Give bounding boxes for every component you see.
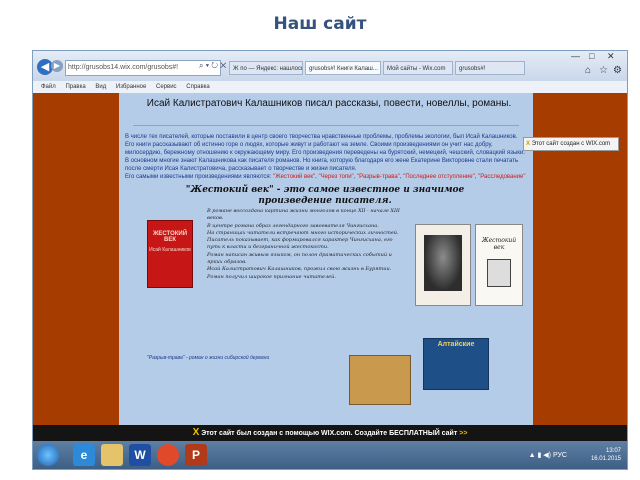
page-title: Исай Калистратович Калашников писал расс… (146, 98, 512, 109)
portrait-face (424, 235, 462, 291)
book-description: В романе воссоздана картина жизни монгол… (207, 208, 405, 281)
works-list: Его самыми известными произведениями явл… (125, 174, 526, 180)
menu-item-favorites[interactable]: Избранное (116, 84, 146, 90)
book-image (349, 355, 411, 405)
divider (133, 125, 519, 126)
description-line: В романе воссоздана картина жизни монгол… (207, 208, 400, 222)
taskbar: e W P ▲ ▮ ◀) РУС 13:07 16.01.2015 (33, 441, 627, 469)
gear-icon[interactable]: ⚙ (613, 65, 622, 76)
forward-button[interactable]: ▶ (51, 60, 63, 72)
intro-text: В числе тех писателей, которые поставили… (125, 133, 529, 181)
works-intro: Его самыми известными произведениями явл… (125, 174, 272, 180)
minimize-button[interactable]: — (571, 51, 580, 61)
address-bar[interactable]: http://grusobs14.wix.com/grusobs#! (65, 60, 221, 76)
book-image: Алтайские (423, 338, 489, 390)
description-line: Роман написан живым языком, он полон дра… (207, 251, 392, 266)
chrome-icon[interactable] (157, 444, 179, 466)
menu-item-file[interactable]: Файл (41, 84, 56, 90)
clock-time: 13:07 (605, 448, 621, 454)
tray-icons[interactable]: ▲ ▮ ◀) РУС (529, 451, 567, 459)
wix-page: Исай Калистратович Калашников писал расс… (119, 93, 533, 425)
maximize-button[interactable]: □ (589, 51, 594, 61)
browser-tab[interactable]: Мой сайты - Wix.com (383, 61, 453, 75)
book-title: Алтайские (437, 341, 475, 348)
work-link[interactable]: "Расследование" (478, 174, 525, 180)
menu-item-view[interactable]: Вид (95, 84, 106, 90)
work-link[interactable]: "Жестокий век" (273, 174, 315, 180)
wix-banner[interactable]: X Этот сайт был создан с помощью WIX.com… (33, 425, 627, 441)
wix-top-badge[interactable]: X Этот сайт создан с WIX.com (523, 137, 619, 151)
close-button[interactable]: ✕ (607, 51, 615, 62)
description-line: Исай Калистратович Калашников, прожил св… (207, 266, 392, 280)
description-line: Писатель показывает, как формировался ха… (207, 237, 393, 251)
address-bar-icons: ⌕ ▾ ↻ ✕ (199, 61, 227, 70)
wix-logo-icon: X (192, 427, 200, 438)
menu-bar: Файл Правка Вид Избранное Сервис Справка (33, 81, 627, 93)
slide-title: Наш сайт (273, 14, 367, 34)
description-line: В центре романа образ легендарного завое… (207, 222, 379, 229)
book-cover-image: ЖЕСТОКИЙ ВЕК Исай Калашников (147, 220, 193, 288)
wix-logo-icon: X (526, 141, 531, 147)
menu-item-help[interactable]: Справка (186, 84, 210, 90)
intro-paragraph: Его книги рассказывают об истинно горе о… (125, 142, 525, 156)
work-link[interactable]: "Разрыв-трава" (357, 174, 400, 180)
author-portrait-image (415, 224, 471, 306)
wix-top-label: Этот сайт создан с WIX.com (531, 141, 611, 147)
language-indicator[interactable]: РУС (553, 452, 567, 459)
folder-icon[interactable] (101, 444, 123, 466)
browser-screenshot: ◀ ▶ http://grusobs14.wix.com/grusobs#! ⌕… (32, 50, 628, 470)
start-button[interactable] (37, 444, 59, 466)
browser-tab-active[interactable]: grusobs#! Книги Калаш... (305, 61, 381, 75)
browser-tab[interactable]: Ж по — Яндекс: нашлось 6 ре... (229, 61, 303, 75)
booklet-illustration (487, 259, 511, 287)
favorites-star-icon[interactable]: ☆ (599, 65, 608, 76)
word-icon[interactable]: W (129, 444, 151, 466)
network-icon[interactable]: ▮ (537, 452, 541, 459)
wix-banner-text: Этот сайт был создан с помощью WIX.com. … (201, 430, 458, 437)
volume-icon[interactable]: ◀) (543, 452, 551, 459)
clock[interactable]: 13:07 16.01.2015 (591, 447, 621, 463)
powerpoint-icon[interactable]: P (185, 444, 207, 466)
home-icon[interactable]: ⌂ (585, 65, 591, 76)
booklet-title: Жестокий век (481, 237, 517, 251)
browser-toolbar: ◀ ▶ http://grusobs14.wix.com/grusobs#! ⌕… (33, 51, 627, 81)
internet-explorer-icon[interactable]: e (73, 444, 95, 466)
book-cover-author: Исай Калашников (149, 247, 191, 253)
work-link[interactable]: "Последнее отступление" (403, 174, 475, 180)
page-viewport: Исай Калистратович Калашников писал расс… (33, 93, 627, 425)
menu-item-tools[interactable]: Сервис (156, 84, 177, 90)
section-title: "Жестокий век" - это самое известное и з… (185, 185, 465, 206)
clock-date: 16.01.2015 (590, 456, 621, 462)
booklet-image: Жестокий век (475, 224, 523, 306)
intro-paragraph: В числе тех писателей, которые поставили… (125, 134, 518, 140)
bottom-text: "Разрыв-трава" - роман о жизни сибирской… (147, 355, 270, 361)
browser-tab[interactable]: grusobs#! (455, 61, 525, 75)
wix-banner-arrow: >> (459, 430, 468, 437)
book-cover-title: ЖЕСТОКИЙ ВЕК (152, 231, 188, 243)
work-link[interactable]: "Через топи" (319, 174, 354, 180)
show-hidden-icons-icon[interactable]: ▲ (529, 452, 536, 459)
menu-item-edit[interactable]: Правка (65, 84, 85, 90)
intro-paragraph: В основном многие знают Калашникова как … (125, 158, 519, 172)
